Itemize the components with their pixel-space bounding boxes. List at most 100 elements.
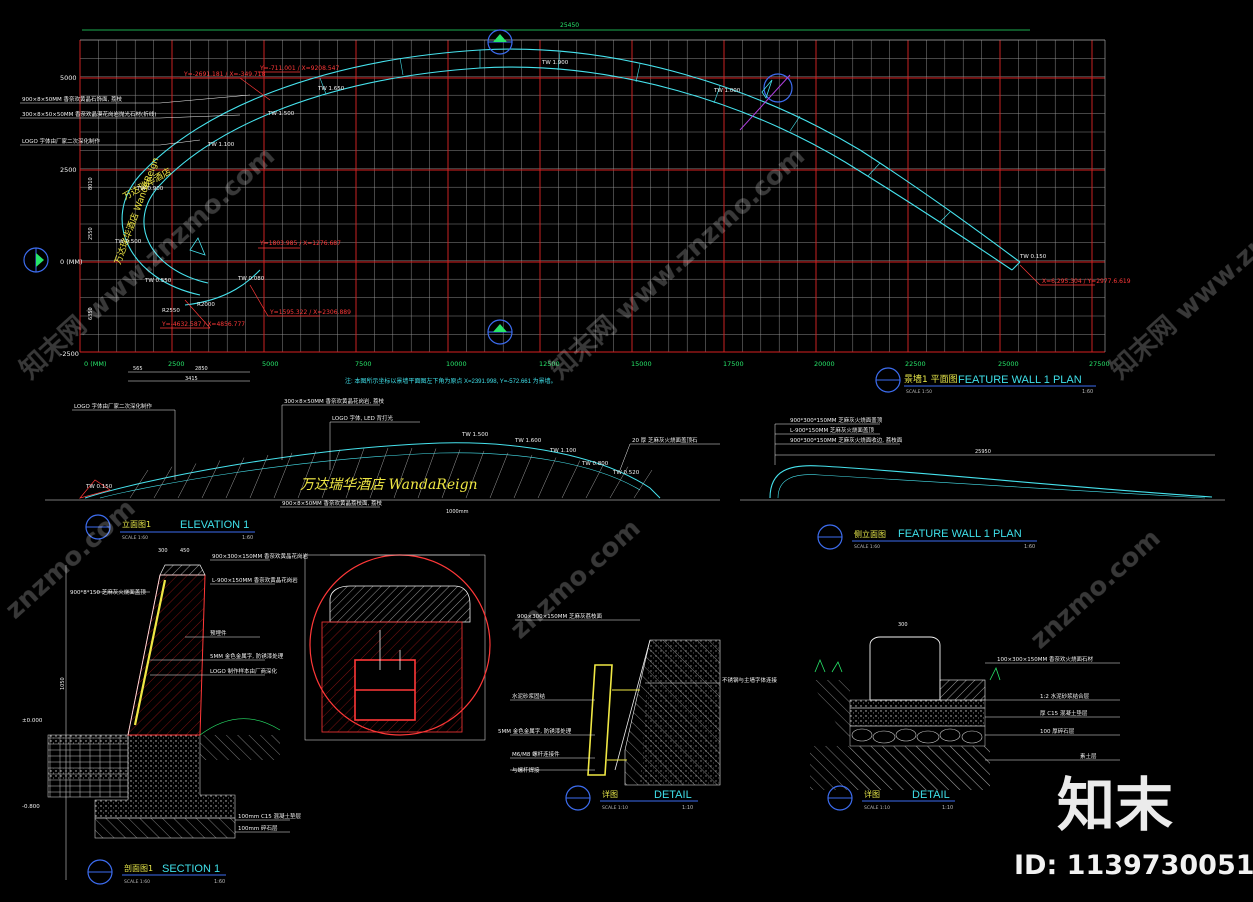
plan-x-label: 22500 [905, 360, 926, 368]
elevation-title-en: ELEVATION 1 [180, 519, 249, 531]
detail5-title-block: 详图 DETAIL SCALE 1:10 1:10 [565, 785, 698, 811]
elevation-callout: 900×8×50MM 香奈欢黄晶荔枝面, 荔枝 [282, 499, 382, 507]
elevation-sign-text: 万达瑞华酒店 WandaReign [300, 477, 478, 493]
elevation-panel-line [513, 454, 533, 499]
watermark-site: znzmo.com [505, 513, 647, 645]
side-scale-right: 1:60 [1024, 544, 1035, 550]
plan-tw-tag: TW 0.500 [114, 239, 142, 245]
plan-tw-tag: TW 0.080 [237, 276, 265, 282]
plan-title-block: 景墙1 平面图 FEATURE WALL 1 PLAN SCALE 1:50 1… [875, 367, 1096, 395]
watermark-site: znzmo.com [0, 493, 142, 625]
section-wall-core [127, 574, 206, 736]
side-scale: SCALE 1:60 [854, 544, 880, 550]
elevation-panel-line [489, 452, 509, 499]
plan-title-en: FEATURE WALL 1 PLAN [958, 374, 1082, 386]
plan-x-label: 2500 [168, 360, 185, 368]
watermark-site: 知末网 www.znzmo.com [545, 141, 811, 385]
plan-radius-tag: R2000 [197, 302, 215, 308]
detail5-callout: M6/M8 螺杆连接件 [512, 750, 560, 758]
section-callout: 预埋件 [210, 629, 227, 637]
plan-callout: 300×8×50×50MM 香奈欢晶漠花岗岩抛光石材(折线) [22, 110, 156, 118]
plan-x-label: 5000 [262, 360, 279, 368]
elevation-callout: LOGO 字体由厂家二次深化制作 [74, 402, 153, 410]
detail5-callout: 与螺杆焊接 [512, 766, 540, 774]
plan-wall-segment-lines [319, 50, 951, 223]
plan-side-dim: 8010 [88, 177, 94, 190]
section-callout: 900×300×150MM 香奈欢黄晶花岗岩 [212, 552, 308, 560]
plan-tw-tag: TW 1.100 [207, 142, 235, 148]
detail5-callout: 不锈钢与主墙字体连接 [722, 676, 778, 684]
section-dim: 300 [158, 548, 168, 554]
side-title-cn: 侧立面图 [854, 529, 886, 539]
detail7-callout: 100×300×150MM 香奈欢火烧面石材 [997, 655, 1093, 663]
side-title-en: FEATURE WALL 1 PLAN [898, 528, 1022, 540]
elevation-panel-line [537, 457, 557, 499]
plan-coord: Y=-4632.587 / X=4856.777 [161, 321, 245, 328]
elevation-tw-tag: TW 1.500 [461, 432, 489, 438]
plan-coord: Y=-711.001 / X=9208.547 [259, 65, 339, 72]
detail7-title-cn: 详图 [864, 789, 880, 799]
watermark-site: znzmo.com [1025, 523, 1167, 655]
section-callout: 900*8*150 芝麻灰火烧面盖顶 [70, 588, 146, 596]
section-callout: LOGO 制作样本由厂商深化 [210, 667, 278, 675]
plan-callout: 900×8×50MM 香奈欢黄晶石饰面, 荔枝 [22, 95, 122, 103]
plan-bottom-dim: 2850 [195, 366, 208, 372]
plan-x-label: 20000 [814, 360, 835, 368]
plan-scale: SCALE 1:50 [906, 389, 932, 395]
detail5-callout: 水泥砂浆固结 [512, 692, 546, 700]
plan-x-label: 25000 [998, 360, 1019, 368]
detail7-scale-right: 1:10 [942, 805, 953, 811]
detail5-title-cn: 详图 [602, 789, 618, 799]
plan-tw-tag: TW 1.900 [541, 60, 569, 66]
detail7-dim: 300 [898, 622, 908, 628]
section-gravel-base [94, 817, 236, 839]
elevation-panel-line [153, 466, 173, 499]
plan-y-label: 5000 [60, 74, 77, 82]
plan-scale-right: 1:60 [1082, 389, 1093, 395]
plan-radius-tag: R2550 [162, 308, 180, 314]
plan-x-axis-labels: 0 (MM) 2500 5000 7500 10000 12500 15000 … [84, 360, 1110, 368]
side-callout: 900*300*150MM 芝麻灰火烧面盖顶 [790, 416, 883, 424]
side-callout: L-900*150MM 芝麻灰火烧面盖顶 [790, 426, 874, 434]
elevation-callout: 300×8×50MM 香奈欢黄晶花岗岩, 荔枝 [284, 397, 384, 405]
section-callout: L-900×150MM 香奈欢黄晶花岗岩 [212, 576, 298, 584]
plan-coord: Y=1595.322 / X=2306.889 [269, 309, 351, 316]
plan-coord: Y=-2691.181 / X=-349.718 [183, 71, 266, 78]
plan-top-dimension: 25450 [560, 22, 579, 29]
cad-drawing-canvas: 25450 5000 2500 0 (MM) -2500 0 (MM) 2500… [0, 22, 1253, 885]
plan-x-label: 0 (MM) [84, 360, 107, 368]
side-dim: 25950 [975, 449, 991, 455]
section-level: ±0.000 [22, 718, 43, 724]
plan-bottom-dim: 565 [133, 366, 143, 372]
watermark-logo: 知末 [1057, 771, 1173, 839]
detail7-callout: 厚 C15 混凝土垫层 [1040, 709, 1088, 717]
detail-5-view: 900×300×150MM 芝麻灰荔枝面 不锈钢与主墙字体连接 水泥砂浆固结 5… [498, 612, 778, 811]
detail7-callout: 100 厚碎石层 [1040, 727, 1075, 735]
section-title-block: 剖面图1 SECTION 1 SCALE 1:60 1:60 [87, 859, 226, 885]
elevation-panel-line [273, 452, 293, 499]
plan-title-cn: 景墙1 平面图 [904, 373, 958, 385]
detail5-scale: SCALE 1:10 [602, 805, 628, 811]
plan-section-marker-bottom [487, 319, 513, 345]
plan-tw-tag: TW 0.150 [1019, 254, 1047, 260]
elevation-tw-tag: TW 1.600 [514, 438, 542, 444]
plan-x-label: 17500 [723, 360, 744, 368]
plan-tw-tag: TW 1.500 [267, 111, 295, 117]
elevation-callout: 20 厚 芝麻灰火烧面盖顶石 [632, 436, 698, 444]
plan-section-marker-left [23, 247, 49, 273]
elevation-scale: SCALE 1:60 [122, 535, 148, 541]
section-callout: 5MM 金色金属字, 防锈漆处理 [210, 652, 284, 660]
elevation-tw-tag: TW 0.520 [612, 470, 640, 476]
section-callout: 100mm C15 混凝土垫层 [238, 812, 302, 820]
plan-coord: X=6,295.304 / Y=2977.6.619 [1042, 278, 1131, 285]
plan-bottom-dim: 3415 [185, 376, 198, 382]
elevation-scale-right: 1:60 [242, 535, 253, 541]
section-title-en: SECTION 1 [162, 863, 220, 875]
section-scale: SCALE 1:60 [124, 879, 150, 885]
section-title-cn: 剖面图1 [124, 863, 153, 873]
detail5-title-en: DETAIL [654, 789, 692, 801]
section-callout: 100mm 碎石层 [238, 824, 278, 832]
watermark-site: 知末网 www.znzmo.com [1105, 141, 1253, 385]
section-level: -0.800 [22, 804, 40, 810]
section-scale-right: 1:60 [214, 879, 225, 885]
